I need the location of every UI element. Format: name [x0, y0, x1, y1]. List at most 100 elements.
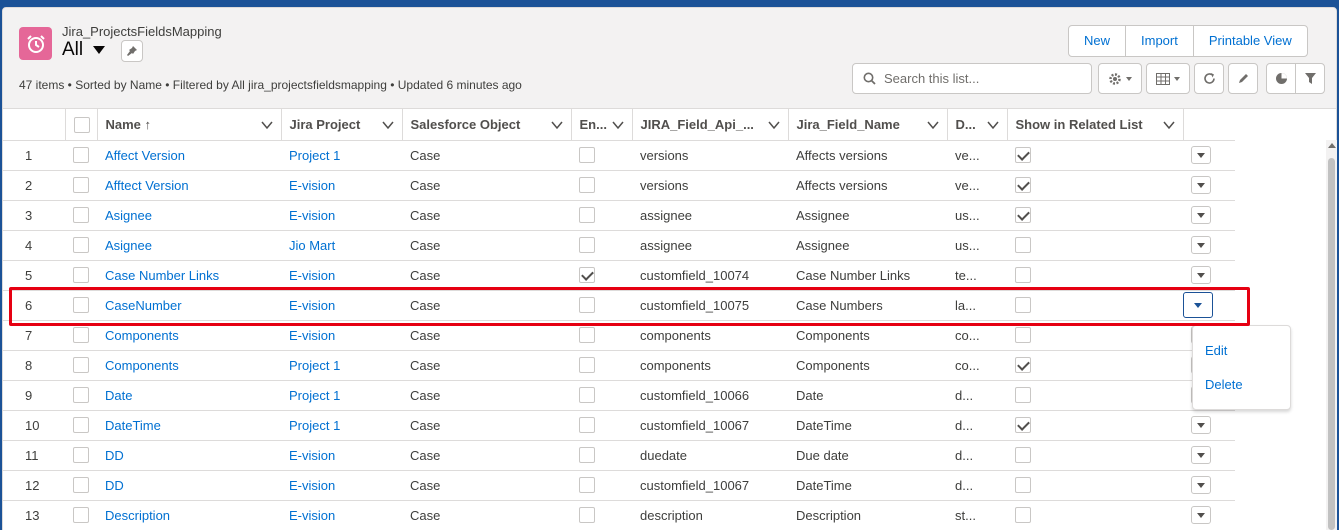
menu-item-delete[interactable]: Delete	[1205, 377, 1243, 392]
jira-project-link[interactable]: Project 1	[289, 358, 340, 373]
row-actions-dropdown-button[interactable]	[1191, 476, 1211, 494]
d-cell: ve...	[947, 170, 1007, 201]
jira-project-link[interactable]: E-vision	[289, 208, 335, 223]
record-name-link[interactable]: Components	[105, 358, 179, 373]
row-select-checkbox[interactable]	[73, 297, 89, 314]
list-settings-button[interactable]	[1098, 63, 1142, 94]
table-row: 9 Date Project 1 Case customfield_10066 Date d…	[3, 380, 1235, 411]
row-select-checkbox[interactable]	[73, 267, 89, 284]
show-in-related-list-cell	[1007, 320, 1183, 351]
jira-project-link[interactable]: E-vision	[289, 178, 335, 193]
jira-field-api-cell: customfield_10067	[632, 410, 788, 441]
search-input[interactable]: Search this list...	[852, 63, 1092, 94]
project-cell: E-vision	[281, 260, 402, 291]
row-select-checkbox[interactable]	[73, 327, 89, 344]
column-header-salesforce-object[interactable]: Salesforce Object	[402, 109, 572, 141]
jira-project-link[interactable]: Project 1	[289, 418, 340, 433]
column-header-show-in-related-list[interactable]: Show in Related List	[1007, 109, 1184, 141]
row-actions-dropdown-button[interactable]	[1191, 416, 1211, 434]
record-name-link[interactable]: CaseNumber	[105, 298, 182, 313]
row-select-checkbox[interactable]	[73, 477, 89, 494]
row-actions-dropdown-button[interactable]	[1191, 506, 1211, 524]
jira-project-link[interactable]: Project 1	[289, 388, 340, 403]
jira-project-link[interactable]: E-vision	[289, 298, 335, 313]
enabled-cell	[571, 350, 632, 381]
record-name-link[interactable]: Afftect Version	[105, 178, 189, 193]
jira-project-link[interactable]: E-vision	[289, 478, 335, 493]
jira-project-link[interactable]: E-vision	[289, 508, 335, 523]
column-header-jira-field-name[interactable]: Jira_Field_Name	[788, 109, 948, 141]
row-select-checkbox[interactable]	[73, 237, 89, 254]
import-button[interactable]: Import	[1126, 26, 1194, 56]
column-header-d[interactable]: D...	[947, 109, 1008, 141]
record-name-link[interactable]: Asignee	[105, 238, 152, 253]
chevron-down-icon[interactable]	[767, 120, 780, 130]
list-view-selector[interactable]: All	[62, 39, 106, 61]
row-actions-dropdown-button[interactable]	[1191, 266, 1211, 284]
row-actions-cell	[1183, 200, 1235, 231]
chevron-down-icon[interactable]	[260, 120, 273, 130]
display-as-button[interactable]	[1146, 63, 1190, 94]
table-row: 3 Asignee E-vision Case assignee Assignee us..…	[3, 200, 1235, 231]
chevron-down-icon[interactable]	[1162, 120, 1175, 130]
pin-button[interactable]	[121, 40, 143, 62]
scrollbar-thumb[interactable]	[1328, 158, 1335, 530]
chevron-down-icon[interactable]	[381, 120, 394, 130]
object-name: Jira_ProjectsFieldsMapping	[62, 24, 222, 39]
record-name-link[interactable]: Affect Version	[105, 148, 185, 163]
chevron-down-icon[interactable]	[611, 120, 624, 130]
show-charts-button[interactable]	[1266, 63, 1296, 94]
record-name-link[interactable]: Description	[105, 508, 170, 523]
select-all-checkbox[interactable]	[73, 116, 90, 133]
row-actions-dropdown-button[interactable]	[1191, 206, 1211, 224]
record-name-link[interactable]: Asignee	[105, 208, 152, 223]
salesforce-object-cell: Case	[402, 290, 571, 321]
jira-project-link[interactable]: Project 1	[289, 148, 340, 163]
row-actions-dropdown-button[interactable]	[1183, 292, 1213, 318]
column-header-jira-project[interactable]: Jira Project	[281, 109, 403, 141]
jira-field-name-cell: Affects versions	[788, 140, 947, 171]
jira-project-link[interactable]: E-vision	[289, 328, 335, 343]
record-name-link[interactable]: DD	[105, 478, 124, 493]
row-actions-dropdown-button[interactable]	[1191, 176, 1211, 194]
scroll-up-icon[interactable]	[1328, 143, 1336, 148]
row-actions-dropdown-button[interactable]	[1191, 146, 1211, 164]
jira-project-link[interactable]: E-vision	[289, 268, 335, 283]
show-in-related-list-checkbox	[1015, 207, 1031, 224]
chevron-down-icon[interactable]	[550, 120, 563, 130]
row-actions-dropdown-button[interactable]	[1191, 236, 1211, 254]
row-select-checkbox[interactable]	[73, 387, 89, 404]
menu-item-edit[interactable]: Edit	[1205, 343, 1227, 358]
new-button[interactable]: New	[1069, 26, 1127, 56]
row-select-checkbox[interactable]	[73, 507, 89, 524]
record-name-link[interactable]: DateTime	[105, 418, 161, 433]
chevron-down-icon[interactable]	[926, 120, 939, 130]
jira-field-api-cell: versions	[632, 140, 788, 171]
row-select-checkbox[interactable]	[73, 147, 89, 164]
salesforce-object-cell: Case	[402, 260, 571, 291]
row-actions-dropdown-button[interactable]	[1191, 446, 1211, 464]
printable-view-button[interactable]: Printable View	[1194, 26, 1307, 56]
pin-icon	[127, 46, 137, 56]
record-name-link[interactable]: DD	[105, 448, 124, 463]
row-select-checkbox[interactable]	[73, 447, 89, 464]
refresh-button[interactable]	[1194, 63, 1224, 94]
record-name-link[interactable]: Date	[105, 388, 132, 403]
chevron-down-icon[interactable]	[986, 120, 999, 130]
show-in-related-list-cell	[1007, 440, 1183, 471]
enabled-cell	[571, 140, 632, 171]
vertical-scrollbar[interactable]	[1326, 140, 1337, 530]
column-header-enabled[interactable]: En...	[571, 109, 633, 141]
row-select-checkbox[interactable]	[73, 177, 89, 194]
filter-button[interactable]	[1295, 63, 1325, 94]
record-name-link[interactable]: Case Number Links	[105, 268, 219, 283]
column-header-jira-field-api[interactable]: JIRA_Field_Api_...	[632, 109, 789, 141]
record-name-link[interactable]: Components	[105, 328, 179, 343]
row-select-checkbox[interactable]	[73, 357, 89, 374]
row-select-checkbox[interactable]	[73, 417, 89, 434]
jira-project-link[interactable]: Jio Mart	[289, 238, 335, 253]
inline-edit-button[interactable]	[1228, 63, 1258, 94]
column-header-name[interactable]: Name ↑	[97, 109, 282, 141]
jira-project-link[interactable]: E-vision	[289, 448, 335, 463]
row-select-checkbox[interactable]	[73, 207, 89, 224]
